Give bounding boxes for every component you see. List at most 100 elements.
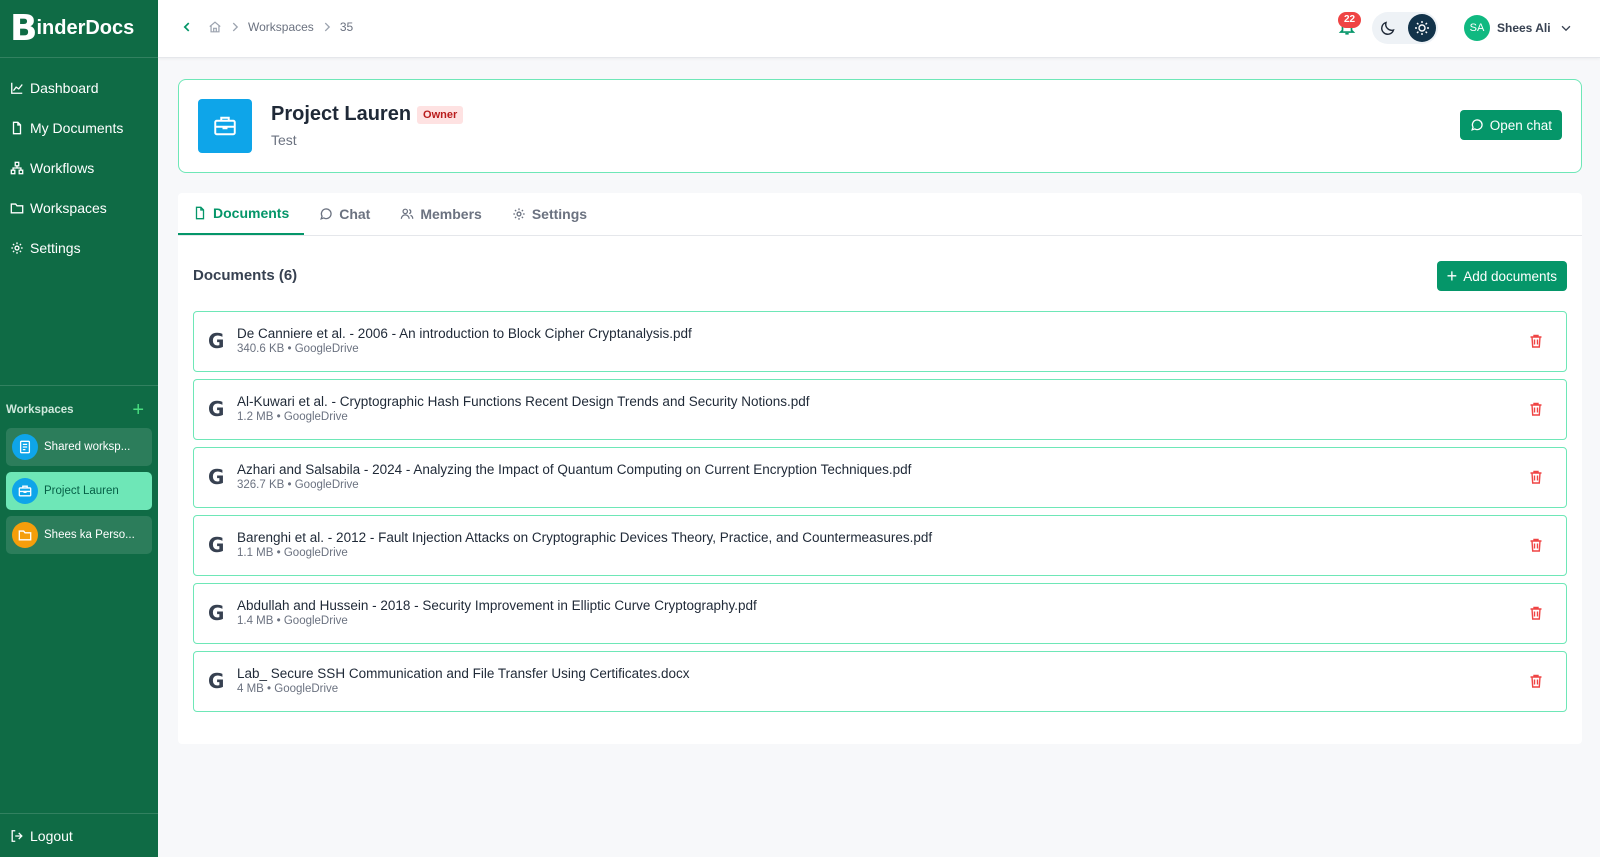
chevron-down-icon [1561, 25, 1570, 32]
workspace-item-personal[interactable]: Shees ka Perso... [6, 516, 152, 554]
sidebar-nav: Dashboard My Documents Workflows Workspa… [0, 58, 158, 268]
document-name: Barenghi et al. - 2012 - Fault Injection… [237, 530, 933, 545]
workspaces-header: Workspaces + [0, 398, 158, 422]
document-name: De Canniere et al. - 2006 - An introduct… [237, 326, 692, 341]
google-drive-icon: G [208, 397, 225, 421]
nav-label: Dashboard [30, 80, 99, 96]
document-row[interactable]: G Lab_ Secure SSH Communication and File… [193, 651, 1567, 712]
document-list: G De Canniere et al. - 2006 - An introdu… [193, 311, 1567, 719]
folder-icon [10, 203, 24, 214]
workspace-item-shared[interactable]: Shared worksp... [6, 428, 152, 466]
gear-icon [11, 242, 23, 254]
trash-icon[interactable] [1528, 333, 1544, 349]
notification-badge: 22 [1338, 12, 1362, 28]
workspace-label: Shared worksp... [44, 441, 131, 453]
nav-workspaces[interactable]: Workspaces [0, 188, 158, 228]
briefcase-icon [12, 478, 38, 504]
chevron-left-icon[interactable] [180, 20, 194, 34]
document-row[interactable]: G Azhari and Salsabila - 2024 - Analyzin… [193, 447, 1567, 508]
nav-workflows[interactable]: Workflows [0, 148, 158, 188]
add-workspace-button[interactable]: + [132, 400, 144, 420]
google-drive-icon: G [208, 601, 225, 625]
workspaces-section: Workspaces + Shared worksp... Project La… [0, 385, 158, 554]
document-row[interactable]: G Abdullah and Hussein - 2018 - Security… [193, 583, 1567, 644]
tab-label: Members [420, 205, 482, 222]
add-documents-button[interactable]: + Add documents [1436, 261, 1567, 291]
google-drive-icon: G [208, 669, 225, 693]
breadcrumb-item[interactable]: Workspaces [248, 20, 314, 34]
nav-label: Settings [30, 240, 81, 256]
tab-documents[interactable]: Documents [178, 192, 305, 235]
trash-icon[interactable] [1528, 673, 1544, 689]
logo-text: inderDocs [36, 17, 135, 39]
topbar: Workspaces 35 22 SA Shees Ali [158, 0, 1600, 58]
trash-icon[interactable] [1528, 537, 1544, 553]
workspaces-title: Workspaces [6, 404, 74, 416]
logo-mark: B [10, 7, 37, 49]
content-card: Documents Chat Members Settings Document… [178, 193, 1582, 744]
tab-label: Documents [213, 204, 290, 221]
document-name: Abdullah and Hussein - 2018 - Security I… [237, 598, 757, 613]
nav-label: Workspaces [30, 200, 107, 216]
nav-label: My Documents [30, 120, 124, 136]
app-logo[interactable]: B inderDocs [0, 0, 158, 58]
theme-toggle[interactable] [1372, 12, 1438, 44]
document-meta: 1.4 MB • GoogleDrive [237, 615, 348, 627]
chat-icon [320, 207, 332, 220]
document-row[interactable]: G Al-Kuwari et al. - Cryptographic Hash … [193, 379, 1567, 440]
nav-my-documents[interactable]: My Documents [0, 108, 158, 148]
workflow-icon [10, 161, 24, 175]
document-row[interactable]: G De Canniere et al. - 2006 - An introdu… [193, 311, 1567, 372]
users-icon [401, 208, 414, 219]
nav-settings[interactable]: Settings [0, 228, 158, 268]
file-icon [12, 121, 22, 135]
document-name: Azhari and Salsabila - 2024 - Analyzing … [237, 462, 912, 477]
open-chat-button[interactable]: Open chat [1459, 110, 1562, 140]
documents-heading: Documents (6) [193, 267, 298, 284]
google-drive-icon: G [208, 533, 225, 557]
tab-bar: Documents Chat Members Settings [178, 193, 1582, 236]
sun-icon [1415, 21, 1429, 35]
avatar: SA [1464, 15, 1490, 41]
moon-icon[interactable] [1380, 20, 1396, 36]
gear-icon [513, 207, 525, 220]
folder-icon [12, 522, 38, 548]
nav-label: Workflows [30, 160, 95, 176]
workspace-label: Project Lauren [44, 485, 119, 497]
plus-icon: + [1446, 266, 1458, 286]
workspace-item-project-lauren[interactable]: Project Lauren [6, 472, 152, 510]
file-icon [195, 206, 205, 219]
document-meta: 1.1 MB • GoogleDrive [237, 547, 348, 559]
nav-dashboard[interactable]: Dashboard [0, 68, 158, 108]
document-name: Al-Kuwari et al. - Cryptographic Hash Fu… [237, 394, 810, 409]
document-icon [12, 434, 38, 460]
tab-chat[interactable]: Chat [304, 192, 385, 235]
document-meta: 326.7 KB • GoogleDrive [237, 479, 359, 491]
tab-members[interactable]: Members [385, 192, 496, 235]
trash-icon[interactable] [1528, 469, 1544, 485]
tab-label: Settings [531, 205, 588, 222]
sun-button[interactable] [1408, 14, 1436, 42]
trash-icon[interactable] [1528, 401, 1544, 417]
role-badge: Owner [417, 105, 464, 124]
logout-button[interactable]: Logout [0, 813, 158, 857]
document-row[interactable]: G Barenghi et al. - 2012 - Fault Injecti… [193, 515, 1567, 576]
project-description: Test [271, 132, 297, 148]
google-drive-icon: G [208, 329, 225, 353]
user-name: Shees Ali [1497, 21, 1551, 35]
tab-label: Chat [339, 205, 371, 222]
trash-icon[interactable] [1528, 605, 1544, 621]
project-header: Project Lauren Owner Test Open chat [178, 79, 1582, 173]
home-icon[interactable] [208, 20, 222, 34]
workspace-label: Shees ka Perso... [44, 529, 135, 541]
project-title-row: Project Lauren Owner [271, 103, 464, 126]
document-meta: 1.2 MB • GoogleDrive [237, 411, 348, 423]
open-chat-label: Open chat [1489, 117, 1552, 133]
chevron-right-icon [324, 22, 330, 32]
breadcrumb: Workspaces 35 [180, 20, 353, 34]
page-title: Project Lauren [271, 103, 412, 125]
document-meta: 340.6 KB • GoogleDrive [237, 343, 359, 355]
user-menu[interactable]: SA Shees Ali [1464, 15, 1573, 41]
tab-settings[interactable]: Settings [497, 192, 602, 235]
chart-line-icon [11, 82, 23, 94]
